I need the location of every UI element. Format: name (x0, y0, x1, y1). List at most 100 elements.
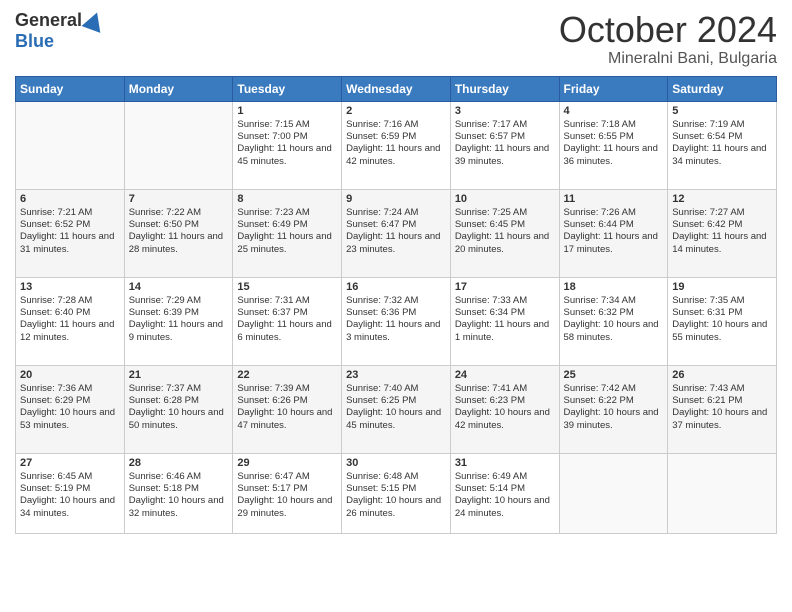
sunset-text: Sunset: 6:50 PM (129, 219, 229, 231)
calendar-cell: 3Sunrise: 7:17 AMSunset: 6:57 PMDaylight… (450, 101, 559, 189)
logo-icon (82, 9, 107, 33)
daylight-text: Daylight: 11 hours and 36 minutes. (564, 143, 664, 168)
calendar-week-5: 27Sunrise: 6:45 AMSunset: 5:19 PMDayligh… (16, 453, 777, 533)
sunrise-text: Sunrise: 7:43 AM (672, 383, 772, 395)
title-area: October 2024 Mineralni Bani, Bulgaria (559, 10, 777, 68)
day-number: 8 (237, 193, 337, 205)
day-number: 14 (129, 281, 229, 293)
sunrise-text: Sunrise: 7:39 AM (237, 383, 337, 395)
day-header-thursday: Thursday (450, 76, 559, 101)
sunset-text: Sunset: 7:00 PM (237, 131, 337, 143)
calendar-cell: 28Sunrise: 6:46 AMSunset: 5:18 PMDayligh… (124, 453, 233, 533)
sunrise-text: Sunrise: 7:15 AM (237, 119, 337, 131)
sunset-text: Sunset: 6:57 PM (455, 131, 555, 143)
calendar-cell: 10Sunrise: 7:25 AMSunset: 6:45 PMDayligh… (450, 189, 559, 277)
calendar-cell: 9Sunrise: 7:24 AMSunset: 6:47 PMDaylight… (342, 189, 451, 277)
day-number: 17 (455, 281, 555, 293)
day-number: 26 (672, 369, 772, 381)
sunset-text: Sunset: 6:25 PM (346, 395, 446, 407)
sunrise-text: Sunrise: 7:42 AM (564, 383, 664, 395)
logo: General Blue (15, 10, 104, 52)
sunrise-text: Sunrise: 7:33 AM (455, 295, 555, 307)
day-number: 19 (672, 281, 772, 293)
calendar-cell: 2Sunrise: 7:16 AMSunset: 6:59 PMDaylight… (342, 101, 451, 189)
sunset-text: Sunset: 6:37 PM (237, 307, 337, 319)
page: General Blue October 2024 Mineralni Bani… (0, 0, 792, 612)
calendar-cell: 4 Sunrise: 7:18 AMSunset: 6:55 PMDaylight… (559, 101, 668, 189)
day-number: 6 (20, 193, 120, 205)
calendar-cell: 8Sunrise: 7:23 AMSunset: 6:49 PMDaylight… (233, 189, 342, 277)
sunset-text: Sunset: 5:15 PM (346, 483, 446, 495)
sunset-text: Sunset: 6:34 PM (455, 307, 555, 319)
sunrise-text: Sunrise: 7:36 AM (20, 383, 120, 395)
calendar-cell: 21Sunrise: 7:37 AMSunset: 6:28 PMDayligh… (124, 365, 233, 453)
sunset-text: Sunset: 6:55 PM (564, 131, 664, 143)
day-number: 27 (20, 457, 120, 469)
day-header-saturday: Saturday (668, 76, 777, 101)
sunrise-text: Sunrise: 7:34 AM (564, 295, 664, 307)
day-number: 20 (20, 369, 120, 381)
sunset-text: Sunset: 6:32 PM (564, 307, 664, 319)
sunrise-text: Sunrise: 7:41 AM (455, 383, 555, 395)
sunrise-text: Sunrise: 7:27 AM (672, 207, 772, 219)
daylight-text: Daylight: 11 hours and 14 minutes. (672, 231, 772, 256)
day-number: 29 (237, 457, 337, 469)
day-number: 11 (564, 193, 664, 205)
calendar-cell: 26Sunrise: 7:43 AMSunset: 6:21 PMDayligh… (668, 365, 777, 453)
calendar-header-row: SundayMondayTuesdayWednesdayThursdayFrid… (16, 76, 777, 101)
sunset-text: Sunset: 6:54 PM (672, 131, 772, 143)
calendar-cell: 24Sunrise: 7:41 AMSunset: 6:23 PMDayligh… (450, 365, 559, 453)
daylight-text: Daylight: 10 hours and 55 minutes. (672, 319, 772, 344)
calendar-cell: 1Sunrise: 7:15 AMSunset: 7:00 PMDaylight… (233, 101, 342, 189)
sunset-text: Sunset: 6:42 PM (672, 219, 772, 231)
daylight-text: Daylight: 10 hours and 29 minutes. (237, 495, 337, 520)
sunset-text: Sunset: 6:31 PM (672, 307, 772, 319)
sunrise-text: Sunrise: 7:35 AM (672, 295, 772, 307)
daylight-text: Daylight: 11 hours and 39 minutes. (455, 143, 555, 168)
sunrise-text: Sunrise: 7:22 AM (129, 207, 229, 219)
day-number: 16 (346, 281, 446, 293)
calendar-cell: 11Sunrise: 7:26 AMSunset: 6:44 PMDayligh… (559, 189, 668, 277)
calendar-cell: 5 Sunrise: 7:19 AMSunset: 6:54 PMDaylight… (668, 101, 777, 189)
daylight-text: Daylight: 11 hours and 6 minutes. (237, 319, 337, 344)
calendar-cell (16, 101, 125, 189)
calendar-cell: 14Sunrise: 7:29 AMSunset: 6:39 PMDayligh… (124, 277, 233, 365)
sunset-text: Sunset: 6:23 PM (455, 395, 555, 407)
day-number: 5 (672, 105, 772, 117)
calendar-cell: 7Sunrise: 7:22 AMSunset: 6:50 PMDaylight… (124, 189, 233, 277)
sunrise-text: Sunrise: 7:19 AM (672, 119, 772, 131)
daylight-text: Daylight: 11 hours and 1 minute. (455, 319, 555, 344)
day-header-monday: Monday (124, 76, 233, 101)
calendar-week-1: 1Sunrise: 7:15 AMSunset: 7:00 PMDaylight… (16, 101, 777, 189)
daylight-text: Daylight: 11 hours and 42 minutes. (346, 143, 446, 168)
calendar-cell: 19 Sunrise: 7:35 AMSunset: 6:31 PMDayligh… (668, 277, 777, 365)
day-number: 15 (237, 281, 337, 293)
daylight-text: Daylight: 11 hours and 9 minutes. (129, 319, 229, 344)
sunrise-text: Sunrise: 7:37 AM (129, 383, 229, 395)
sunrise-text: Sunrise: 7:23 AM (237, 207, 337, 219)
sunset-text: Sunset: 6:59 PM (346, 131, 446, 143)
day-number: 4 (564, 105, 664, 117)
calendar-cell: 25Sunrise: 7:42 AMSunset: 6:22 PMDayligh… (559, 365, 668, 453)
calendar-cell: 18Sunrise: 7:34 AMSunset: 6:32 PMDayligh… (559, 277, 668, 365)
daylight-text: Daylight: 10 hours and 26 minutes. (346, 495, 446, 520)
day-number: 7 (129, 193, 229, 205)
sunset-text: Sunset: 6:22 PM (564, 395, 664, 407)
calendar-cell: 15Sunrise: 7:31 AMSunset: 6:37 PMDayligh… (233, 277, 342, 365)
daylight-text: Daylight: 11 hours and 34 minutes. (672, 143, 772, 168)
sunrise-text: Sunrise: 6:49 AM (455, 471, 555, 483)
daylight-text: Daylight: 10 hours and 58 minutes. (564, 319, 664, 344)
sunrise-text: Sunrise: 7:18 AM (564, 119, 664, 131)
day-header-wednesday: Wednesday (342, 76, 451, 101)
sunset-text: Sunset: 6:29 PM (20, 395, 120, 407)
calendar-cell (559, 453, 668, 533)
sunrise-text: Sunrise: 7:17 AM (455, 119, 555, 131)
sunrise-text: Sunrise: 7:21 AM (20, 207, 120, 219)
calendar-cell: 13Sunrise: 7:28 AMSunset: 6:40 PMDayligh… (16, 277, 125, 365)
sunset-text: Sunset: 5:14 PM (455, 483, 555, 495)
calendar-cell: 22Sunrise: 7:39 AMSunset: 6:26 PMDayligh… (233, 365, 342, 453)
day-number: 31 (455, 457, 555, 469)
daylight-text: Daylight: 10 hours and 50 minutes. (129, 407, 229, 432)
day-number: 12 (672, 193, 772, 205)
sunset-text: Sunset: 6:52 PM (20, 219, 120, 231)
